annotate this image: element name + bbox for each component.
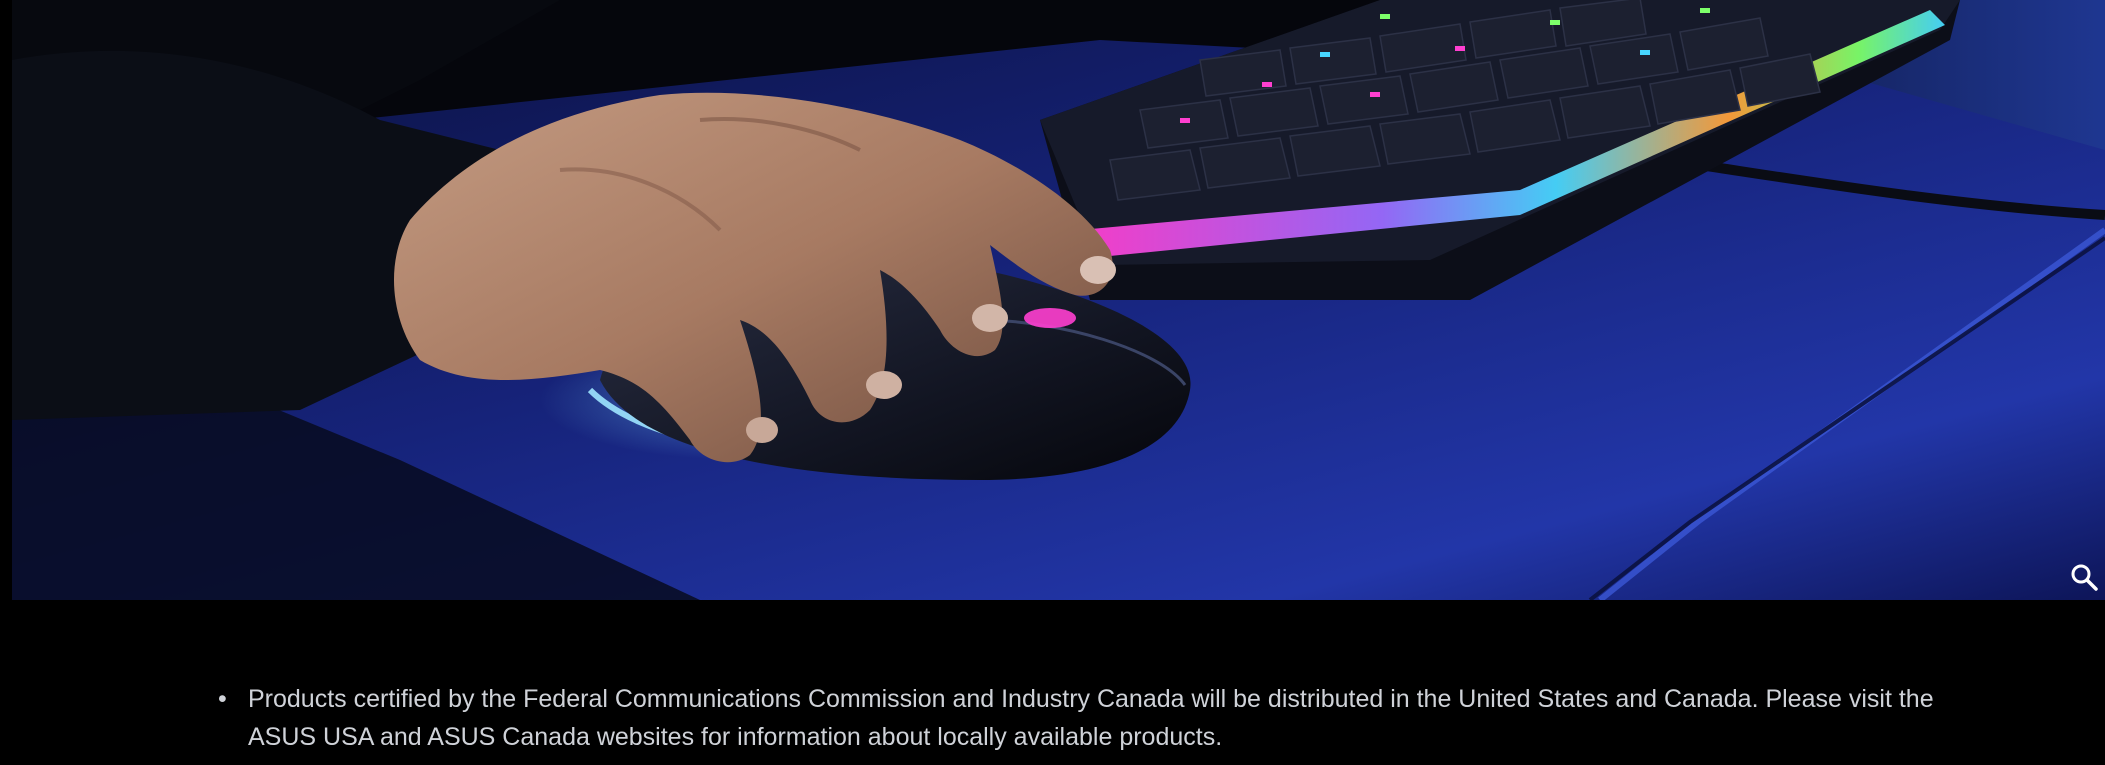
disclaimer-section: • Products certified by the Federal Comm… [0,600,2105,765]
disclaimer-list: • Products certified by the Federal Comm… [218,680,1978,756]
list-item: • Products certified by the Federal Comm… [218,680,1978,756]
hero-image [0,0,2105,600]
bullet-marker: • [218,685,227,713]
hero-photo [0,0,2105,600]
zoom-button[interactable] [2067,560,2101,594]
magnifier-icon [2071,564,2098,591]
disclaimer-text: Products certified by the Federal Commun… [248,685,1934,751]
